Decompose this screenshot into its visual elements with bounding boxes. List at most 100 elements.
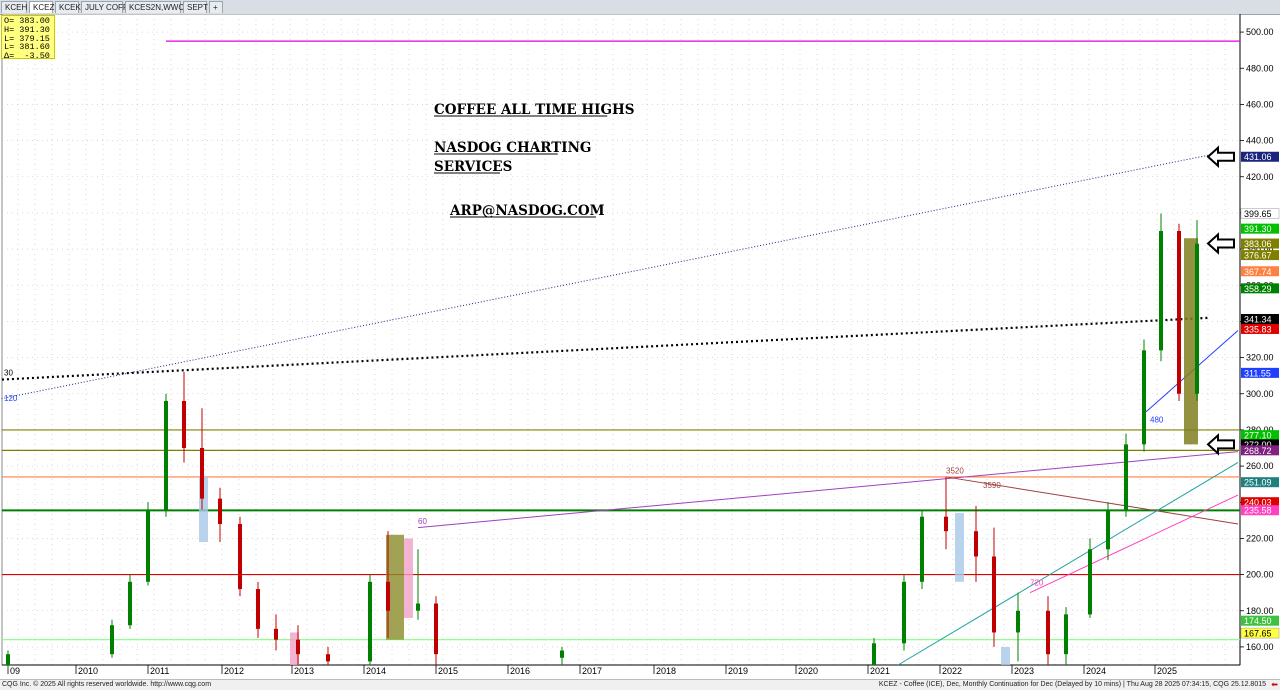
x-year-label: 2019 [728,666,748,676]
ohlc-row: Δ= -3.50 [4,51,50,62]
candle-body [1195,243,1199,394]
candle-body [164,400,168,510]
x-year-label: 2018 [656,666,676,676]
candle-body [416,603,420,611]
chart-mark-label: 3520 [946,466,964,475]
x-year-label: 2020 [798,666,818,676]
chart-mark-label: 120 [4,394,18,403]
x-year-label: 2024 [1086,666,1106,676]
y-tick-label: 420.00 [1246,172,1274,182]
candle-body [560,650,564,658]
price-label: 167.65 [1244,629,1272,639]
y-tick-label: 260.00 [1246,461,1274,471]
price-label: 311.55 [1244,368,1271,378]
price-label: 268.72 [1244,446,1272,456]
candle-body [1016,610,1020,633]
price-label: 335.83 [1244,324,1272,334]
chart-mark-label: 30 [4,369,13,378]
x-year-label: 09 [10,666,20,676]
candle-body [992,556,996,633]
candle-body [1159,231,1163,351]
x-year-label: 2016 [510,666,530,676]
candle-body [6,654,10,665]
candle-body [902,581,906,644]
status-footer: CQG Inc. © 2025 All rights reserved worl… [0,679,1280,690]
y-tick-label: 300.00 [1246,389,1274,399]
candle-body [920,516,924,582]
y-tick-label: 220.00 [1246,533,1274,543]
y-tick-label: 480.00 [1246,63,1274,73]
y-tick-label: 440.00 [1246,136,1274,146]
y-tick-label: 500.00 [1246,27,1274,37]
x-year-label: 2023 [1014,666,1034,676]
symbol-tab[interactable]: SEPT [183,1,208,13]
candle-body [256,589,260,629]
candle-body [238,523,242,590]
highlight-box [404,538,413,618]
highlight-box [955,513,964,582]
x-year-label: 2014 [366,666,386,676]
price-label: 174.50 [1244,616,1272,626]
x-year-label: 2013 [294,666,314,676]
x-year-label: 2015 [438,666,458,676]
candle-body [1142,350,1146,445]
y-tick-label: 160.00 [1246,642,1274,652]
chart-mark-label: 60 [418,517,427,526]
x-year-label: 2025 [1157,666,1177,676]
y-tick-label: 460.00 [1246,99,1274,109]
y-tick-label: 200.00 [1246,570,1274,580]
chart-mark-label: 480 [1150,416,1164,425]
price-label: 399.65 [1244,209,1272,219]
candle-body [386,581,390,611]
add-tab-button[interactable]: + [209,1,223,13]
price-label: 376.67 [1244,251,1272,261]
price-label: 367.74 [1244,267,1272,277]
candle-body [110,625,114,655]
price-label: 431.06 [1244,152,1272,162]
candle-body [326,654,330,662]
candle-body [872,643,876,665]
candle-body [1106,509,1110,550]
candle-body [1177,231,1181,394]
candle-body [434,603,438,655]
candle-body [128,581,132,626]
candle-body [1064,614,1068,655]
price-label: 383.06 [1244,239,1272,249]
highlight-box [1001,646,1010,665]
price-label: 391.30 [1244,224,1272,234]
candle-body [1046,610,1050,655]
price-label: 251.09 [1244,478,1272,488]
candle-body [218,498,222,524]
x-year-label: 2017 [582,666,602,676]
candle-body [974,531,978,557]
chart-mark-label: 720 [1030,578,1044,587]
candle-body [274,628,278,640]
candle-body [146,509,150,582]
symbol-tab-bar: KCEH KCEZ KCEK JULY COFF KCES2N,WWC SEPT + [0,0,1280,15]
x-year-label: 2012 [224,666,244,676]
candle-body [944,516,948,532]
symbol-tab[interactable]: KCEZ [29,1,54,13]
symbol-tab[interactable]: KCES2N,WWC [125,1,184,13]
symbol-tab[interactable]: KCEH [1,1,27,13]
candle-body [182,400,186,448]
y-tick-label: 180.00 [1246,606,1274,616]
x-year-label: 2010 [78,666,98,676]
price-chart[interactable]: 160.00180.00200.00220.00240.00260.00280.… [0,14,1280,679]
candle-body [1088,549,1092,615]
x-year-label: 2022 [942,666,962,676]
ohlc-readout-box: O= 383.00 H= 391.30 L= 379.15 L= 381.60 Δ= -… [1,15,55,62]
y-tick-label: 320.00 [1246,353,1274,363]
symbol-tab[interactable]: KCEK [55,1,81,13]
price-label: 341.34 [1244,314,1272,324]
x-year-label: 2011 [150,666,169,676]
price-label: 358.29 [1244,284,1272,294]
x-year-label: 2021 [870,666,890,676]
chart-mark-label: 3590 [983,481,1001,490]
candle-body [200,448,204,499]
candle-body [296,639,300,655]
candle-body [368,581,372,662]
symbol-tab[interactable]: JULY COFF [81,1,128,13]
candle-body [1124,444,1128,510]
price-label: 235.58 [1244,506,1272,516]
